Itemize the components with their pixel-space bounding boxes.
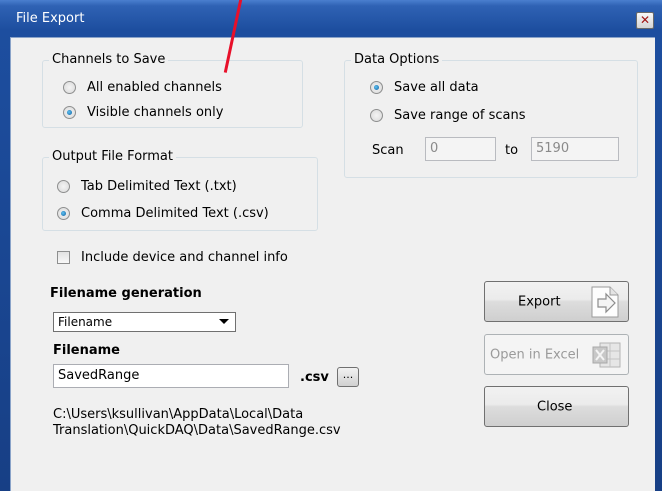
select-value: Filename	[58, 315, 113, 329]
filename-generation-label: Filename generation	[50, 286, 202, 301]
radio-comma-delimited[interactable]: Comma Delimited Text (.csv)	[57, 206, 269, 221]
title-bar: File Export ✕	[0, 0, 662, 38]
radio-label: Save range of scans	[394, 108, 526, 123]
export-button[interactable]: Export	[484, 281, 629, 322]
output-path-line-1: C:\Users\ksullivan\AppData\Local\Data	[53, 407, 304, 422]
close-button-label: Close	[537, 399, 573, 414]
radio-all-enabled-channels[interactable]: All enabled channels	[63, 80, 222, 95]
data-options-legend: Data Options	[351, 52, 443, 68]
file-export-window: File Export ✕ Channels to Save All enabl…	[0, 0, 662, 491]
include-device-info-checkbox[interactable]: Include device and channel info	[57, 250, 288, 265]
close-icon: ✕	[639, 13, 651, 27]
radio-button[interactable]	[63, 81, 76, 94]
excel-icon	[592, 342, 621, 368]
radio-label: Visible channels only	[87, 105, 224, 120]
radio-save-all-data[interactable]: Save all data	[370, 80, 479, 95]
scan-label: Scan	[372, 143, 404, 158]
radio-label: Save all data	[394, 80, 479, 95]
radio-button-selected[interactable]	[370, 81, 383, 94]
window-title: File Export	[16, 11, 85, 26]
radio-label: All enabled channels	[87, 80, 222, 95]
close-window-button[interactable]: ✕	[636, 12, 654, 29]
filename-label: Filename	[53, 343, 120, 358]
file-extension-label: .csv	[300, 370, 329, 385]
open-in-excel-button[interactable]: Open in Excel	[484, 334, 629, 375]
radio-visible-channels-only[interactable]: Visible channels only	[63, 105, 223, 120]
checkbox[interactable]	[57, 251, 70, 264]
filename-input[interactable]: SavedRange	[53, 364, 289, 388]
output-path-text: C:\Users\ksullivan\AppData\Local\Data Tr…	[53, 407, 341, 439]
export-button-label: Export	[518, 294, 561, 309]
browse-button[interactable]: ...	[337, 367, 359, 387]
chevron-down-icon	[219, 319, 229, 324]
open-in-excel-label: Open in Excel	[490, 347, 580, 362]
checkbox-label: Include device and channel info	[81, 250, 288, 265]
scan-from-input[interactable]: 0	[425, 137, 496, 161]
radio-button-selected[interactable]	[57, 207, 70, 220]
radio-button[interactable]	[57, 180, 70, 193]
channels-to-save-group: Channels to Save All enabled channels Vi…	[42, 52, 303, 128]
scan-to-input[interactable]: 5190	[531, 137, 619, 161]
output-file-format-group: Output File Format Tab Delimited Text (.…	[42, 149, 318, 231]
radio-button-selected[interactable]	[63, 106, 76, 119]
output-path-line-2: Translation\QuickDAQ\Data\SavedRange.csv	[53, 423, 341, 438]
radio-save-range-of-scans[interactable]: Save range of scans	[370, 108, 526, 123]
data-options-group: Data Options Save all data Save range of…	[344, 52, 638, 178]
radio-label: Tab Delimited Text (.txt)	[81, 179, 237, 194]
export-arrow-icon	[591, 286, 619, 318]
radio-label: Comma Delimited Text (.csv)	[81, 206, 269, 221]
close-button[interactable]: Close	[484, 386, 629, 427]
radio-button[interactable]	[370, 109, 383, 122]
to-label: to	[505, 143, 519, 158]
format-group-legend: Output File Format	[49, 149, 176, 165]
dialog-body: Channels to Save All enabled channels Vi…	[10, 37, 655, 491]
radio-tab-delimited[interactable]: Tab Delimited Text (.txt)	[57, 179, 237, 194]
filename-generation-select[interactable]: Filename	[53, 312, 236, 332]
channels-group-legend: Channels to Save	[49, 52, 169, 68]
